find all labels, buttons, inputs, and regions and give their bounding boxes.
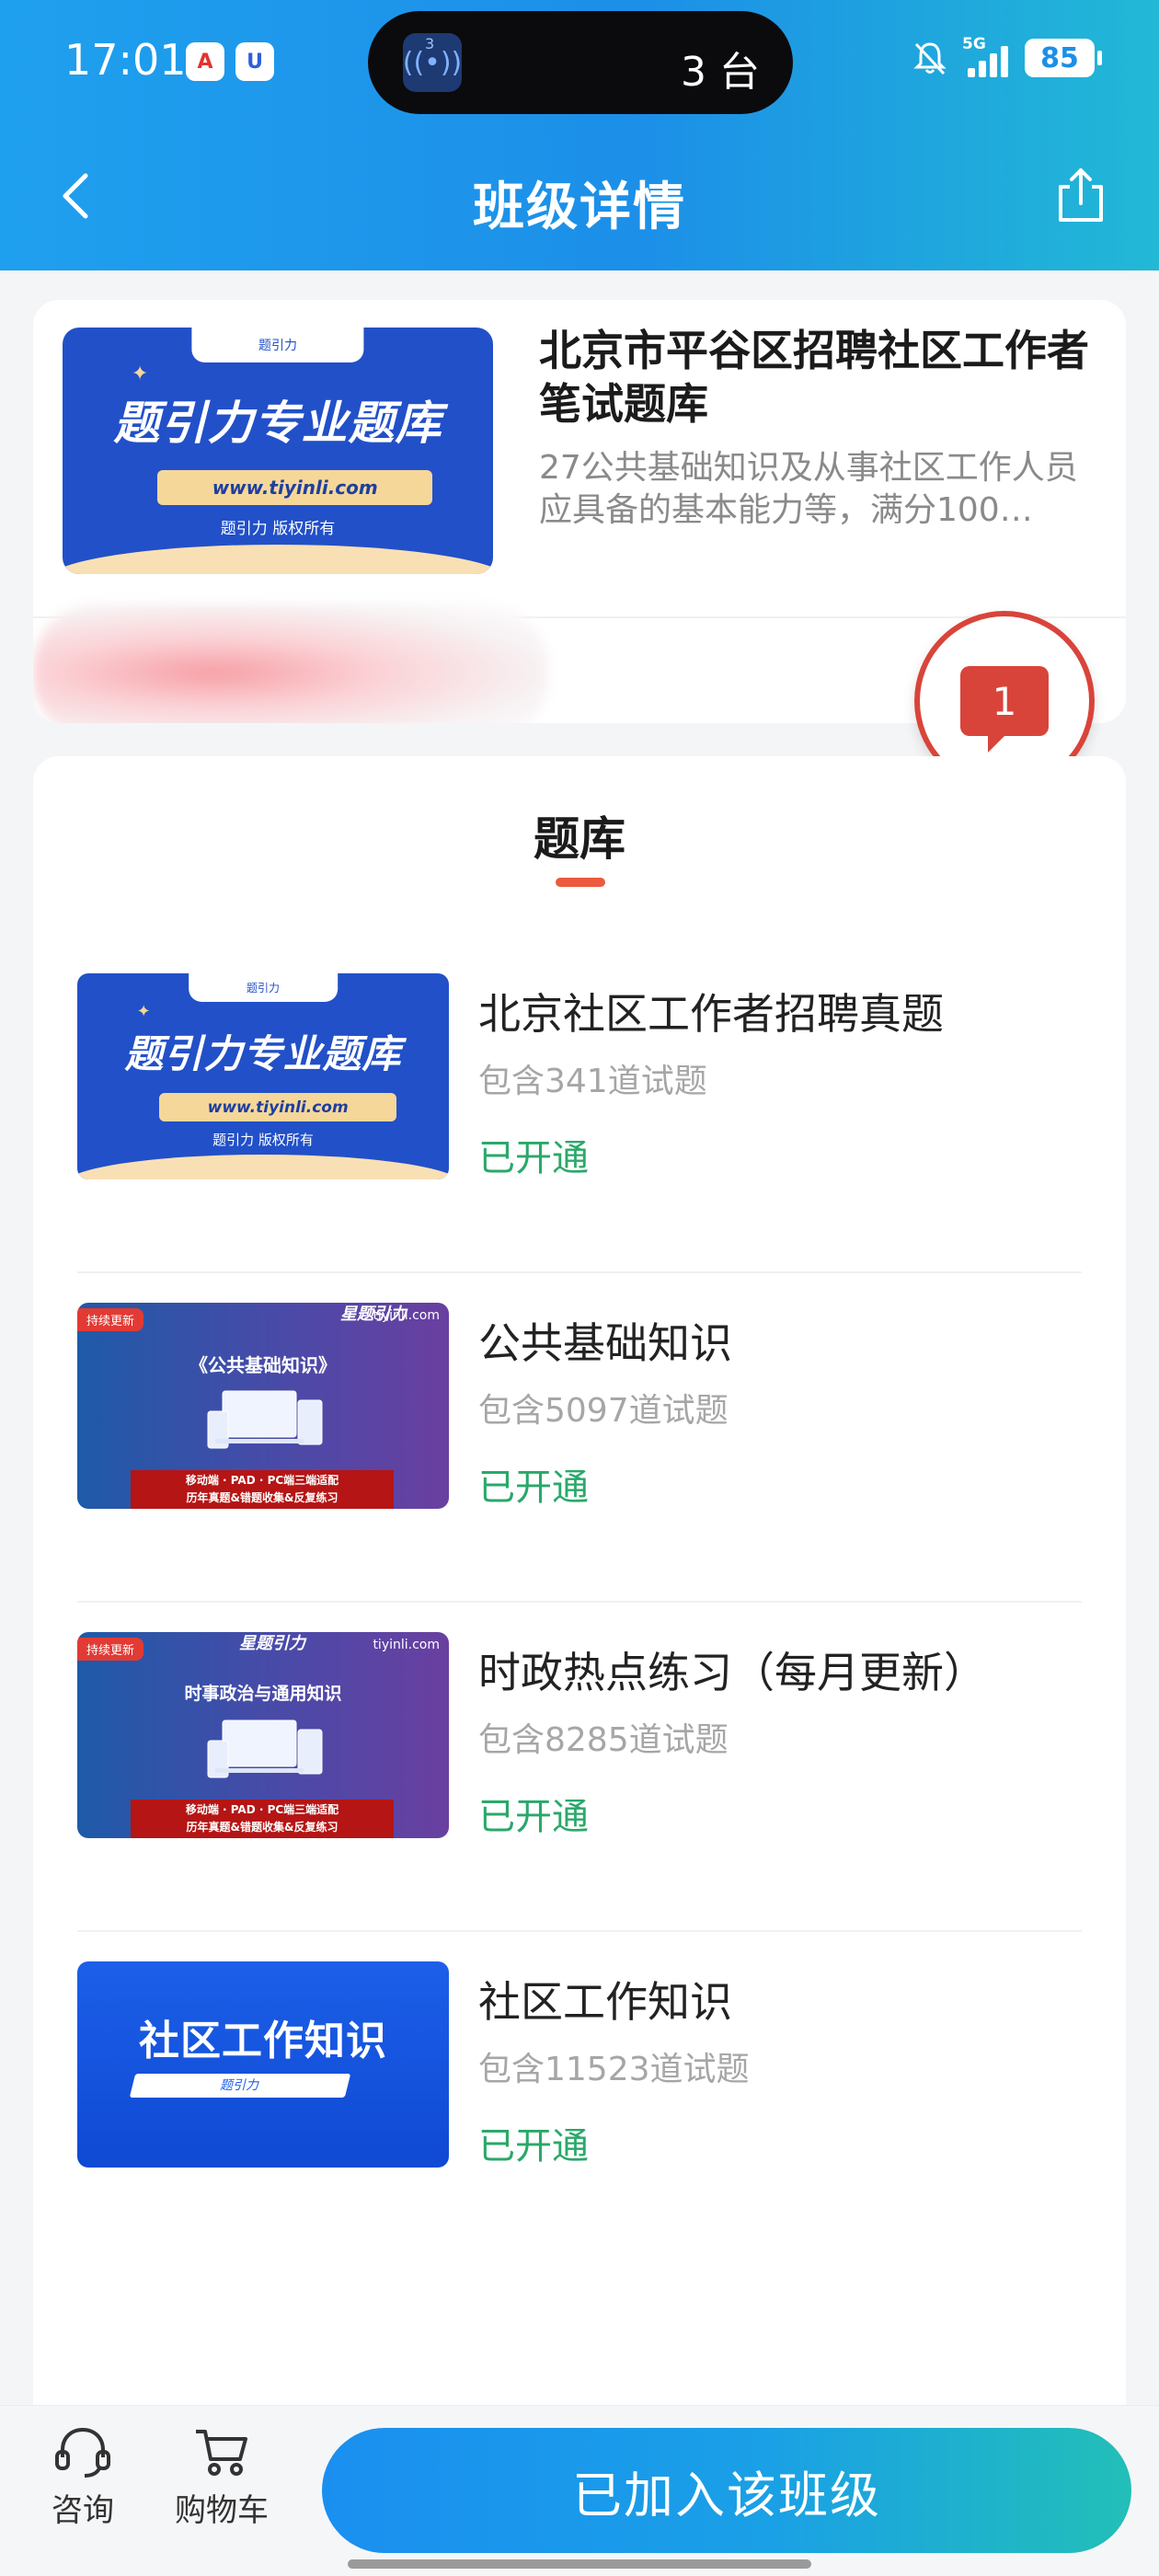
consult-label: 咨询 (52, 2492, 114, 2529)
sparkle-icon: ✦ (131, 362, 149, 385)
thumb-site: tiyinli.com (373, 1638, 440, 1652)
bank-item-name: 社区工作知识 (478, 1977, 732, 2027)
bank-list-item[interactable]: 持续更新 星题引力 tiyinli.com 《公共基础知识》 移动端 · PAD… (33, 1273, 1126, 1603)
thumb-bar: 题引力 (129, 2074, 351, 2098)
app-notification-icon: A (186, 42, 224, 81)
bank-item-count: 包含8285道试题 (478, 1721, 729, 1759)
thumb-logo: 星题引力 (239, 1634, 305, 1653)
bank-item-name: 公共基础知识 (478, 1318, 732, 1368)
network-type: 5G (962, 35, 986, 53)
share-button[interactable] (1047, 160, 1115, 228)
section-underline (556, 878, 605, 887)
thumb-title: 时事政治与通用知识 (184, 1684, 342, 1704)
island-badge: 3 (425, 35, 435, 52)
thumb-feature-band: 移动端 · PAD · PC端三端适配 历年真题&错题收集&反复练习 (131, 1470, 394, 1509)
cover-copyright: 题引力 版权所有 (220, 519, 336, 538)
island-device-count: 3 台 (681, 49, 760, 96)
consult-button[interactable]: 咨询 (28, 2426, 138, 2530)
bank-item-status: 已开通 (478, 1796, 589, 1838)
bank-item-count: 包含341道试题 (478, 1063, 707, 1100)
thumb-band-line: 历年真题&错题收集&反复练习 (186, 1821, 339, 1834)
dynamic-island[interactable]: ((•)) 3 3 台 (368, 11, 793, 114)
devices-icon (207, 1719, 323, 1778)
bank-item-count: 包含11523道试题 (478, 2051, 750, 2088)
header: 17:01 A U ((•)) 3 3 台 5G 85 班级详情 (0, 0, 1159, 270)
blurred-content (33, 604, 548, 723)
battery-icon: 85 (1025, 39, 1102, 77)
bank-list-item[interactable]: 持续更新 星题引力 tiyinli.com 时事政治与通用知识 移动端 · PA… (33, 1603, 1126, 1932)
class-cover-image: ✦ 题引力 题引力专业题库 www.tiyinli.com 题引力 版权所有 (63, 328, 493, 574)
thumb-headline: 题引力专业题库 (124, 1030, 402, 1076)
bank-item-status: 已开通 (478, 1466, 589, 1509)
cart-label: 购物车 (175, 2492, 269, 2529)
home-indicator[interactable] (348, 2559, 811, 2569)
cover-wave (63, 544, 493, 574)
section-title: 题库 (534, 812, 625, 866)
bank-item-thumbnail: 社区工作知识 题引力 (77, 1961, 449, 2168)
bell-muted-icon (913, 42, 947, 75)
thumb-site: tiyinli.com (373, 1308, 440, 1323)
bank-item-name: 时政热点练习（每月更新） (478, 1648, 986, 1697)
cover-url: www.tiyinli.com (156, 470, 433, 505)
bank-item-count: 包含5097道试题 (478, 1392, 729, 1430)
thumb-tag: 持续更新 (77, 1308, 144, 1331)
cart-icon (196, 2430, 247, 2476)
thumb-band-line: 移动端 · PAD · PC端三端适配 (185, 1803, 339, 1816)
shield-app-icon: U (235, 42, 274, 81)
status-time: 17:01 (64, 35, 187, 85)
thumb-tag: 持续更新 (77, 1638, 144, 1661)
cover-tab: 题引力 (191, 328, 364, 362)
class-title: 北京市平谷区招聘社区工作者笔试题库 (539, 326, 1089, 429)
bank-item-status: 已开通 (478, 1137, 589, 1179)
thumb-url: www.tiyinli.com (158, 1092, 397, 1122)
share-icon (1059, 168, 1103, 222)
bank-item-thumbnail: ✦ 题引力 题引力专业题库 www.tiyinli.com 题引力 版权所有 (77, 973, 449, 1179)
cellular-signal-icon: 5G (962, 35, 1008, 77)
joined-class-button[interactable]: 已加入该班级 (322, 2428, 1131, 2553)
devices-icon (207, 1390, 323, 1449)
thumb-feature-band: 移动端 · PAD · PC端三端适配 历年真题&错题收集&反复练习 (131, 1800, 394, 1838)
thumb-title: 社区工作知识 (139, 2018, 387, 2064)
bank-list-item[interactable]: 社区工作知识 题引力 社区工作知识 包含11523道试题 已开通 (33, 1932, 1126, 2261)
status-bar: 17:01 A U ((•)) 3 3 台 5G 85 (0, 0, 1159, 129)
nav-bar: 班级详情 (0, 138, 1159, 258)
bank-item-thumbnail: 持续更新 星题引力 tiyinli.com 《公共基础知识》 移动端 · PAD… (77, 1303, 449, 1509)
cart-button[interactable]: 购物车 (162, 2426, 281, 2530)
page-title: 班级详情 (473, 178, 686, 237)
sparkle-icon: ✦ (136, 1002, 151, 1022)
chat-bubble-icon: 1 (960, 666, 1049, 753)
bank-item-name: 北京社区工作者招聘真题 (478, 989, 944, 1039)
thumb-tab: 题引力 (189, 973, 338, 1003)
bottom-action-bar: 咨询 购物车 已加入该班级 (0, 2405, 1159, 2576)
status-icons: 5G 85 (911, 35, 1102, 77)
thumb-title: 《公共基础知识》 (189, 1354, 337, 1376)
class-description: 27公共基础知识及从事社区工作人员应具备的基本能力等，满分100… (539, 449, 1078, 529)
thumb-band-line: 历年真题&错题收集&反复练习 (186, 1491, 339, 1504)
cover-wave (77, 1155, 449, 1179)
bank-list-item[interactable]: ✦ 题引力 题引力专业题库 www.tiyinli.com 题引力 版权所有 北… (33, 944, 1126, 1273)
headset-icon (55, 2427, 110, 2478)
thumb-copyright: 题引力 版权所有 (212, 1132, 314, 1149)
bank-item-thumbnail: 持续更新 星题引力 tiyinli.com 时事政治与通用知识 移动端 · PA… (77, 1632, 449, 1838)
thumb-band-line: 移动端 · PAD · PC端三端适配 (185, 1474, 339, 1487)
question-bank-panel: 题库 ✦ 题引力 题引力专业题库 www.tiyinli.com 题引力 版权所… (33, 756, 1126, 2412)
bank-item-status: 已开通 (478, 2125, 589, 2168)
cover-headline: 题引力专业题库 (113, 397, 442, 451)
